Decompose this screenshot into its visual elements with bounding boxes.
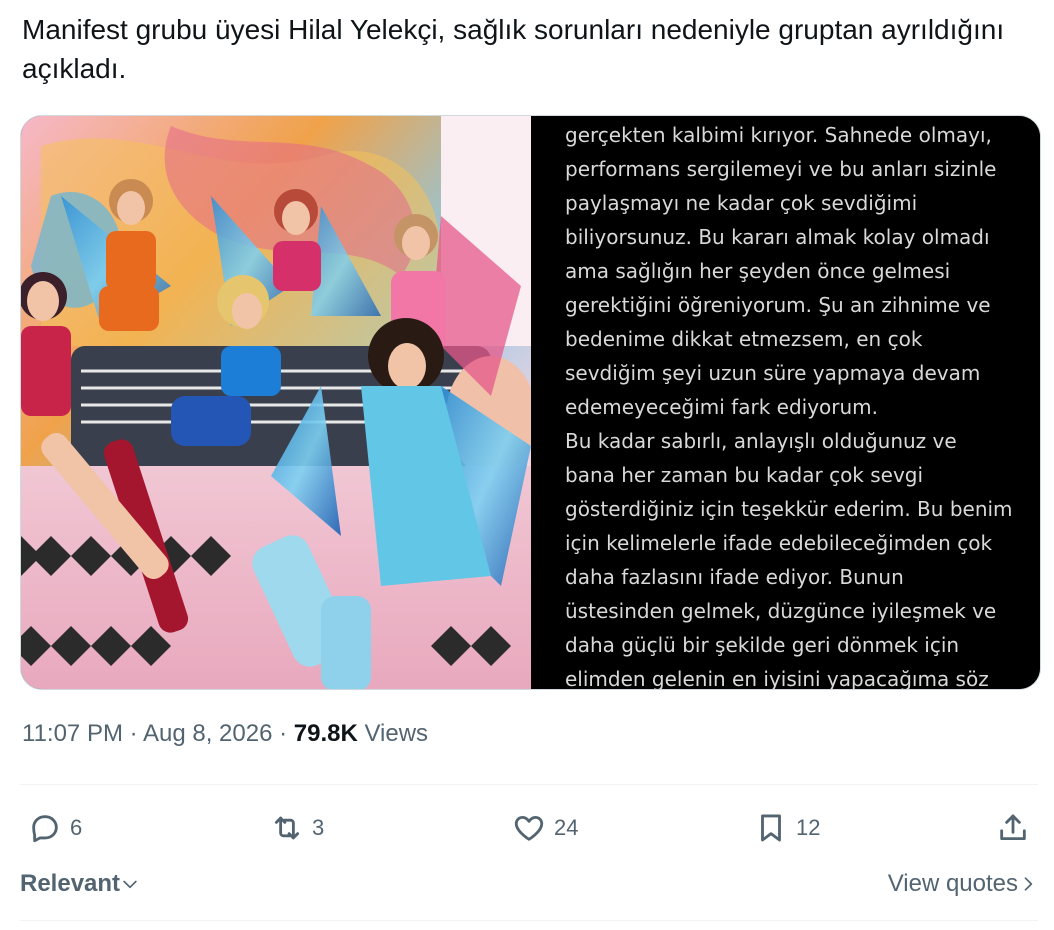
statement-line: daha güçlü bir şekilde geri dönmek için xyxy=(565,633,960,657)
chevron-right-icon xyxy=(1024,877,1033,891)
meta-separator: · xyxy=(122,720,143,747)
statement-line: gösterdiğiniz için teşekkür ederim. Bu b… xyxy=(565,497,1013,521)
reply-button[interactable]: 6 xyxy=(28,806,82,850)
tweet-meta: 11:07 PM · Aug 8, 2026 · 79.8K Views xyxy=(22,720,428,748)
group-photo-illustration xyxy=(21,116,531,689)
action-bar: 6 3 24 12 xyxy=(20,806,1038,850)
repost-icon xyxy=(274,816,300,840)
bookmark-icon xyxy=(761,814,781,842)
tweet-date[interactable]: Aug 8, 2026 xyxy=(143,720,272,747)
reply-icon xyxy=(32,815,58,843)
statement-line: gerçekten kalbimi kırıyor. Sahnede olmay… xyxy=(565,123,992,147)
statement-line: Bu kadar sabırlı, anlayışlı olduğunuz ve xyxy=(565,429,957,453)
statement-line: paylaşmayı ne kadar çok sevdiğimi xyxy=(565,191,918,215)
sort-dropdown[interactable]: Relevant xyxy=(20,870,140,898)
meta-separator: · xyxy=(272,720,294,747)
statement-line: elimden gelenin en iyisini yapacağıma sö… xyxy=(565,667,989,689)
like-count: 24 xyxy=(554,815,579,840)
bookmark-button[interactable]: 12 xyxy=(754,806,820,850)
statement-line: biliyorsunuz. Bu kararı almak kolay olma… xyxy=(565,225,990,249)
divider xyxy=(20,920,1038,921)
bookmark-count: 12 xyxy=(796,815,821,840)
views-label: Views xyxy=(357,720,429,747)
statement-image[interactable]: gerçekten kalbimi kırıyor. Sahnede olmay… xyxy=(531,116,1040,689)
divider xyxy=(20,784,1038,785)
statement-line: için kelimelerle ifade edebileceğimden ç… xyxy=(565,531,993,555)
statement-line: ama sağlığın her şeyden önce gelmesi xyxy=(565,259,951,283)
repost-button[interactable]: 3 xyxy=(270,806,324,850)
statement-line: üstesinden gelmek, düzgünce iyileşmek ve xyxy=(565,599,997,623)
tweet-time[interactable]: 11:07 PM xyxy=(22,720,123,747)
views-count: 79.8K xyxy=(293,720,358,747)
statement-line: gerektiğini öğreniyorum. Şu an zihnime v… xyxy=(565,293,991,317)
share-button[interactable] xyxy=(996,806,1030,850)
tweet-text: Manifest grubu üyesi Hilal Yelekçi, sağl… xyxy=(22,14,1005,84)
statement-line: bedenime dikkat etmezsem, en çok xyxy=(565,327,923,351)
chevron-down-icon xyxy=(123,880,137,889)
reply-count: 6 xyxy=(70,815,83,840)
like-button[interactable]: 24 xyxy=(512,806,578,850)
repost-count: 3 xyxy=(312,815,325,840)
view-quotes-link[interactable]: View quotes xyxy=(888,870,1038,898)
statement-line: daha fazlasını ifade ediyor. Bunun xyxy=(565,565,904,589)
tweet-media[interactable]: gerçekten kalbimi kırıyor. Sahnede olmay… xyxy=(20,115,1041,690)
statement-line: performans sergilemeyi ve bu anları sizi… xyxy=(565,157,997,181)
group-photo[interactable] xyxy=(21,116,531,689)
view-quotes-label: View quotes xyxy=(887,870,1018,897)
sort-label: Relevant xyxy=(20,870,121,897)
statement-line: edemeyeceğimi fark ediyorum. xyxy=(565,395,879,419)
heart-icon xyxy=(514,815,544,841)
share-icon xyxy=(1000,814,1026,841)
statement-line: sevdiğim şeyi uzun süre yapmaya devam xyxy=(565,361,981,385)
replies-footer: Relevant View quotes xyxy=(20,866,1038,906)
statement-line: bana her zaman bu kadar çok sevgi xyxy=(565,463,924,487)
